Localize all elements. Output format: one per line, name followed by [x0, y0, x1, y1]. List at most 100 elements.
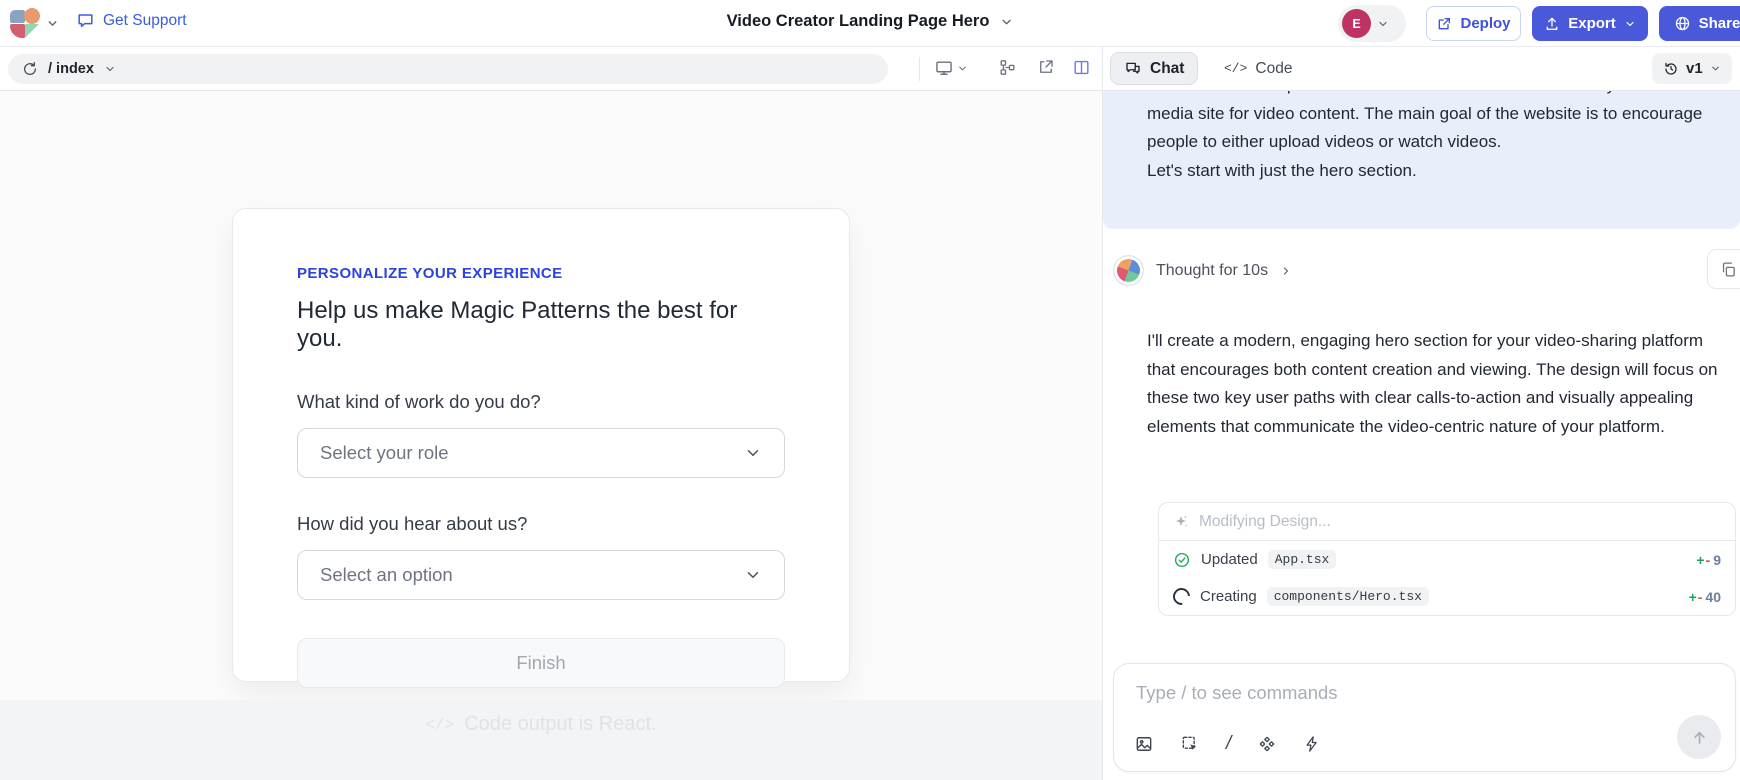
chat-input[interactable]	[1136, 682, 1616, 704]
modal-heading: Help us make Magic Patterns the best for…	[297, 297, 785, 353]
copy-message-button[interactable]	[1707, 249, 1740, 289]
support-chat-bubble-icon	[76, 11, 95, 30]
toolbar: / index Chat </> Code	[0, 47, 1740, 91]
file-name-chip: components/Hero.tsx	[1267, 587, 1429, 606]
role-select-placeholder: Select your role	[320, 442, 449, 464]
route-path: / index	[48, 61, 94, 77]
get-support-button[interactable]: Get Support	[76, 11, 187, 30]
chat-tab-label: Chat	[1150, 60, 1184, 78]
page-title: Video Creator Landing Page Hero	[727, 12, 990, 31]
thought-chevron-right-icon	[1280, 265, 1292, 277]
deploy-button[interactable]: Deploy	[1426, 6, 1521, 41]
device-preview-button[interactable]	[934, 58, 968, 78]
diff-stats: + - 40	[1689, 589, 1721, 605]
attach-image-button[interactable]	[1134, 734, 1154, 754]
referral-select[interactable]: Select an option	[297, 550, 785, 600]
user-message-text: Let's start with just the hero section.	[1147, 157, 1712, 186]
progress-header-label: Modifying Design...	[1199, 513, 1331, 531]
diff-count: 9	[1713, 552, 1721, 568]
export-label: Export	[1568, 15, 1616, 32]
check-circle-icon	[1173, 551, 1191, 569]
avatar: E	[1342, 9, 1371, 38]
role-select[interactable]: Select your role	[297, 428, 785, 478]
diff-added: +	[1696, 552, 1704, 568]
route-bar[interactable]: / index	[8, 54, 888, 84]
deploy-label: Deploy	[1460, 15, 1510, 32]
send-button[interactable]	[1677, 715, 1721, 759]
user-message: that lets creators upload and share thei…	[1103, 91, 1740, 229]
progress-header: Modifying Design...	[1159, 503, 1735, 541]
export-button[interactable]: Export	[1532, 6, 1648, 41]
assistant-message: I'll create a modern, engaging hero sect…	[1147, 327, 1735, 441]
code-output-note: </> Code output is React.	[232, 713, 850, 736]
chat-panel: that lets creators upload and share thei…	[1103, 91, 1740, 780]
file-progress-card: Modifying Design... Updated App.tsx + - …	[1158, 502, 1736, 616]
tab-chat[interactable]: Chat	[1110, 52, 1198, 85]
quick-actions-button[interactable]	[1303, 735, 1321, 753]
components-button[interactable]	[1257, 734, 1277, 754]
spinner-icon	[1170, 585, 1194, 609]
diff-removed: -	[1698, 589, 1703, 605]
device-chevron-down-icon	[957, 63, 968, 74]
personalize-modal: PERSONALIZE YOUR EXPERIENCE Help us make…	[232, 208, 850, 682]
code-icon: </>	[425, 716, 454, 734]
external-link-icon	[1436, 16, 1452, 32]
component-tree-button[interactable]	[998, 58, 1017, 77]
account-chevron-down-icon	[1377, 18, 1389, 30]
share-label: Share	[1699, 15, 1740, 32]
diff-removed: -	[1706, 552, 1711, 568]
columns-layout-icon	[1072, 58, 1091, 77]
sparkle-icon	[1173, 514, 1189, 530]
file-status: Creating	[1200, 588, 1257, 605]
select-element-button[interactable]	[1180, 734, 1200, 754]
thought-toggle[interactable]: Thought for 10s	[1113, 255, 1292, 286]
upload-icon	[1544, 16, 1560, 32]
code-tab-label: Code	[1255, 60, 1292, 78]
finish-button[interactable]: Finish	[297, 638, 785, 688]
arrow-up-icon	[1690, 728, 1709, 747]
modal-eyebrow: PERSONALIZE YOUR EXPERIENCE	[297, 265, 785, 282]
slash-command-button[interactable]: /	[1226, 733, 1231, 755]
magic-patterns-logo[interactable]	[10, 8, 40, 38]
project-title-group[interactable]: Video Creator Landing Page Hero	[727, 12, 1014, 31]
thought-label: Thought for 10s	[1156, 262, 1268, 280]
chat-input-box: /	[1113, 663, 1736, 772]
code-icon: </>	[1224, 61, 1247, 76]
panel-divider[interactable]	[1102, 47, 1103, 780]
workspace-chevron-down-icon[interactable]	[46, 17, 59, 30]
file-row[interactable]: Updated App.tsx + - 9	[1159, 541, 1735, 578]
tab-code[interactable]: </> Code	[1214, 52, 1302, 85]
referral-select-placeholder: Select an option	[320, 564, 453, 586]
component-tree-icon	[998, 58, 1017, 77]
file-row[interactable]: Creating components/Hero.tsx + - 40	[1159, 578, 1735, 615]
version-label: v1	[1686, 60, 1703, 77]
user-message-text: that lets creators upload and share thei…	[1147, 91, 1712, 157]
refresh-icon[interactable]	[22, 61, 38, 77]
split-layout-button[interactable]	[1072, 58, 1091, 77]
file-status: Updated	[1201, 551, 1258, 568]
canvas-footer: </> Code output is React.	[0, 700, 1102, 780]
select-chevron-down-icon	[744, 444, 762, 462]
get-support-label: Get Support	[103, 12, 187, 30]
chat-bubbles-icon	[1124, 60, 1142, 78]
diff-stats: + - 9	[1696, 552, 1721, 568]
title-chevron-down-icon	[999, 15, 1013, 29]
open-in-new-button[interactable]	[1037, 58, 1055, 76]
account-menu[interactable]: E	[1338, 5, 1406, 42]
select-chevron-down-icon	[744, 566, 762, 584]
share-button[interactable]: Share	[1659, 6, 1740, 41]
toolbar-divider	[919, 57, 920, 81]
diff-added: +	[1689, 589, 1697, 605]
logo-shape	[10, 10, 25, 23]
copy-icon	[1720, 261, 1737, 278]
version-chevron-down-icon	[1710, 63, 1721, 74]
route-chevron-down-icon	[104, 63, 116, 75]
referral-question-label: How did you hear about us?	[297, 513, 785, 535]
open-in-new-icon	[1037, 58, 1055, 76]
preview-canvas: PERSONALIZE YOUR EXPERIENCE Help us make…	[0, 91, 1102, 780]
logo-shape	[24, 8, 40, 24]
assistant-avatar	[1113, 255, 1144, 286]
version-selector[interactable]: v1	[1652, 53, 1732, 84]
logo-shape	[10, 24, 25, 38]
role-question-label: What kind of work do you do?	[297, 391, 785, 413]
